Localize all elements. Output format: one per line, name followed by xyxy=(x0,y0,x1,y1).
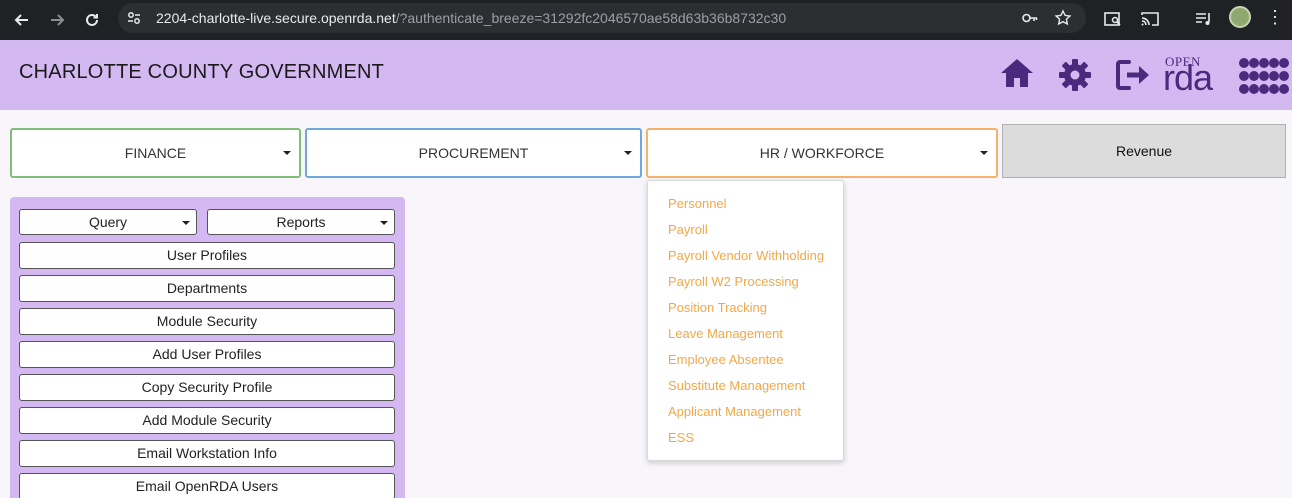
query-select[interactable]: Query xyxy=(19,209,197,235)
bookmark-star-icon[interactable] xyxy=(1054,9,1072,27)
user-profiles-button[interactable]: User Profiles xyxy=(19,242,395,269)
email-workstation-info-button[interactable]: Email Workstation Info xyxy=(19,440,395,467)
openrda-dots-logo xyxy=(1239,58,1289,94)
chevron-down-icon xyxy=(980,151,988,155)
menu-item-substitute-management[interactable]: Substitute Management xyxy=(668,378,805,393)
procurement-module-select[interactable]: PROCUREMENT xyxy=(305,128,642,178)
menu-item-employee-absentee[interactable]: Employee Absentee xyxy=(668,352,784,367)
browser-toolbar: 2204-charlotte-live.secure.openrda.net/?… xyxy=(0,0,1292,40)
home-icon[interactable] xyxy=(1000,57,1034,89)
profile-avatar[interactable] xyxy=(1229,6,1251,28)
menu-item-payroll[interactable]: Payroll xyxy=(668,222,708,237)
key-icon[interactable] xyxy=(1021,9,1039,27)
forward-icon[interactable] xyxy=(43,6,71,34)
gear-icon[interactable] xyxy=(1058,58,1092,92)
menu-item-payroll-w2-processing[interactable]: Payroll W2 Processing xyxy=(668,274,799,289)
menu-item-applicant-management[interactable]: Applicant Management xyxy=(668,404,801,419)
menu-item-ess[interactable]: ESS xyxy=(668,430,694,445)
copy-security-profile-button[interactable]: Copy Security Profile xyxy=(19,374,395,401)
back-icon[interactable] xyxy=(8,6,36,34)
chevron-down-icon xyxy=(283,151,291,155)
menu-item-personnel[interactable]: Personnel xyxy=(668,196,727,211)
chevron-down-icon xyxy=(380,221,388,225)
security-panel: Query Reports User Profiles Departments … xyxy=(10,197,405,498)
url-text[interactable]: 2204-charlotte-live.secure.openrda.net/?… xyxy=(156,10,786,26)
chevron-down-icon xyxy=(182,221,190,225)
module-security-button[interactable]: Module Security xyxy=(19,308,395,335)
add-module-security-button[interactable]: Add Module Security xyxy=(19,407,395,434)
reports-select[interactable]: Reports xyxy=(207,209,395,235)
site-settings-icon[interactable] xyxy=(126,10,142,26)
add-user-profiles-button[interactable]: Add User Profiles xyxy=(19,341,395,368)
hr-workforce-module-select[interactable]: HR / WORKFORCE xyxy=(646,128,998,178)
finance-module-select[interactable]: FINANCE xyxy=(10,128,301,178)
address-bar[interactable]: 2204-charlotte-live.secure.openrda.net/?… xyxy=(118,3,1086,33)
revenue-button[interactable]: Revenue xyxy=(1002,124,1286,178)
search-tab-icon[interactable] xyxy=(1103,9,1123,29)
more-menu-icon[interactable]: ⋮ xyxy=(1266,7,1284,27)
app-header: CHARLOTTE COUNTY GOVERNMENT OPEN rda xyxy=(0,40,1292,110)
chevron-down-icon xyxy=(624,151,632,155)
reload-icon[interactable] xyxy=(78,6,106,34)
page-title: CHARLOTTE COUNTY GOVERNMENT xyxy=(19,61,385,83)
logout-icon[interactable] xyxy=(1115,58,1153,92)
media-queue-icon[interactable] xyxy=(1194,9,1214,29)
menu-item-payroll-vendor-withholding[interactable]: Payroll Vendor Withholding xyxy=(668,248,824,263)
email-openrda-users-button[interactable]: Email OpenRDA Users xyxy=(19,473,395,498)
menu-item-position-tracking[interactable]: Position Tracking xyxy=(668,300,767,315)
menu-item-leave-management[interactable]: Leave Management xyxy=(668,326,783,341)
cast-icon[interactable] xyxy=(1140,9,1160,29)
hr-workforce-menu: Personnel Payroll Payroll Vendor Withhol… xyxy=(647,180,844,461)
departments-button[interactable]: Departments xyxy=(19,275,395,302)
